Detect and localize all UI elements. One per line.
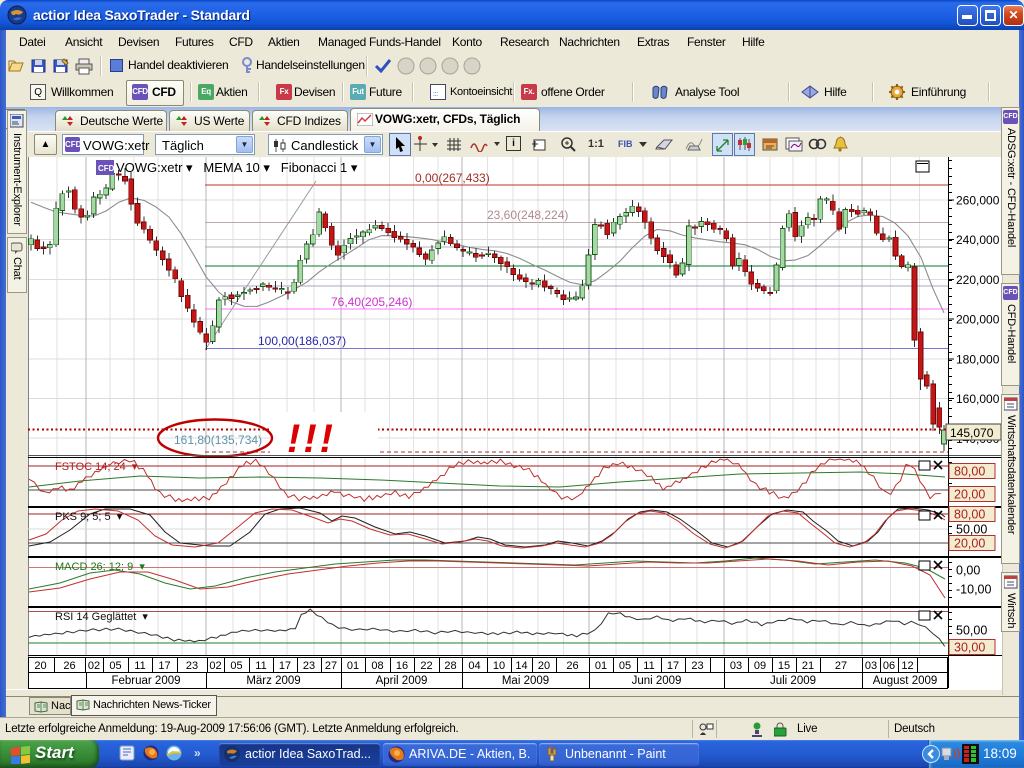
svg-text:100,00(186,037): 100,00(186,037): [258, 334, 346, 348]
svg-text:240,000: 240,000: [956, 233, 1000, 247]
svg-text:PKS 9; 5; 5 ▾: PKS 9; 5; 5 ▾: [55, 511, 123, 523]
svg-text:260,000: 260,000: [956, 194, 1000, 208]
svg-text:01: 01: [595, 660, 607, 672]
svg-text:17: 17: [667, 660, 679, 672]
svg-text:-10,00: -10,00: [956, 583, 991, 597]
svg-text:16: 16: [396, 660, 408, 672]
svg-text:03: 03: [730, 660, 742, 672]
svg-text:17: 17: [279, 660, 291, 672]
svg-text:20,00: 20,00: [954, 537, 985, 551]
svg-text:09: 09: [754, 660, 766, 672]
svg-text:180,000: 180,000: [956, 352, 1000, 366]
svg-text:50,00: 50,00: [956, 624, 987, 638]
svg-text:23: 23: [691, 660, 703, 672]
svg-text:08: 08: [371, 660, 383, 672]
svg-text:50,00: 50,00: [956, 523, 987, 537]
svg-text:MACD 26; 12; 9 ▾: MACD 26; 12; 9 ▾: [55, 561, 145, 573]
svg-text:April 2009: April 2009: [376, 675, 428, 687]
svg-text:Juli 2009: Juli 2009: [770, 675, 816, 687]
svg-text:Februar 2009: Februar 2009: [111, 675, 180, 687]
svg-text:21: 21: [802, 660, 814, 672]
svg-text:22: 22: [420, 660, 432, 672]
svg-text:FSTOC 14; 24 ▾: FSTOC 14; 24 ▾: [55, 461, 138, 473]
svg-text:05: 05: [619, 660, 631, 672]
svg-text:02: 02: [88, 660, 100, 672]
svg-text:161,80(135,734): 161,80(135,734): [174, 433, 262, 447]
svg-text:11: 11: [643, 660, 654, 672]
svg-text:80,00: 80,00: [954, 508, 985, 522]
svg-text:26: 26: [566, 660, 578, 672]
svg-text:23: 23: [186, 660, 198, 672]
svg-text:23,60(248,224): 23,60(248,224): [487, 208, 568, 222]
svg-text:01: 01: [347, 660, 359, 672]
svg-text:05: 05: [230, 660, 242, 672]
svg-text:145,070: 145,070: [950, 426, 994, 440]
svg-text:März 2009: März 2009: [246, 675, 300, 687]
svg-text:0,00: 0,00: [956, 564, 980, 578]
svg-text:200,000: 200,000: [956, 313, 1000, 327]
svg-text:30,00: 30,00: [954, 641, 985, 655]
svg-text:80,00: 80,00: [954, 465, 985, 479]
svg-text:03: 03: [865, 660, 877, 672]
svg-text:02: 02: [209, 660, 221, 672]
svg-text:28: 28: [444, 660, 456, 672]
svg-text:Mai 2009: Mai 2009: [502, 675, 549, 687]
svg-text:VOWG:xetr ▾ MEMA 10 ▾ Fibo: VOWG:xetr ▾ MEMA 10 ▾ Fibonacci 1 ▾: [116, 160, 358, 175]
svg-text:04: 04: [468, 660, 480, 672]
svg-text:11: 11: [134, 660, 145, 672]
svg-text:220,000: 220,000: [956, 273, 1000, 287]
svg-text:!!!: !!!: [287, 417, 336, 461]
svg-text:RSI 14 Geglättet ▾: RSI 14 Geglättet ▾: [55, 611, 148, 623]
svg-text:»: »: [194, 746, 201, 760]
svg-text:11: 11: [255, 660, 266, 672]
svg-text:23: 23: [303, 660, 315, 672]
svg-text:14: 14: [515, 660, 527, 672]
svg-text:27: 27: [325, 660, 337, 672]
svg-text:20: 20: [538, 660, 550, 672]
svg-text:CFD: CFD: [98, 164, 115, 173]
svg-text:12: 12: [901, 660, 913, 672]
svg-text:15: 15: [778, 660, 790, 672]
svg-text:10: 10: [493, 660, 505, 672]
svg-text:05: 05: [109, 660, 121, 672]
svg-text:06: 06: [883, 660, 895, 672]
svg-text:0,00(267,433): 0,00(267,433): [415, 171, 490, 185]
svg-text:76,40(205,246): 76,40(205,246): [331, 295, 412, 309]
svg-text:26: 26: [63, 660, 75, 672]
svg-text:August 2009: August 2009: [873, 675, 938, 687]
svg-text:27: 27: [835, 660, 847, 672]
svg-text:17: 17: [158, 660, 170, 672]
svg-text:20: 20: [34, 660, 46, 672]
svg-text:Juni 2009: Juni 2009: [632, 675, 682, 687]
svg-text:160,000: 160,000: [956, 392, 1000, 406]
svg-text:20,00: 20,00: [954, 488, 985, 502]
